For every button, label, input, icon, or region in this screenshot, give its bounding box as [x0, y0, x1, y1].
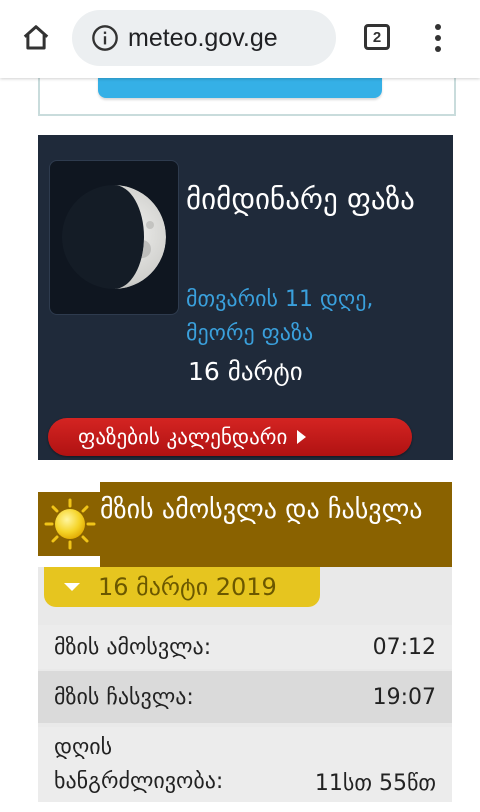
menu-dot	[435, 35, 441, 41]
sun-panel-title: მზის ამოსვლა და ჩასვლა	[100, 495, 423, 525]
sunset-label: მზის ჩასვლა:	[54, 684, 194, 710]
more-menu-icon[interactable]	[424, 18, 452, 58]
day-length-value: 11სთ 55წთ	[314, 771, 436, 796]
sunset-value: 19:07	[372, 684, 436, 710]
sunset-row: მზის ჩასვლა: 19:07	[38, 671, 452, 723]
sunrise-label: მზის ამოსვლა:	[54, 634, 212, 660]
phase-calendar-button[interactable]: ფაზების კალენდარი	[48, 418, 412, 456]
home-icon	[23, 25, 49, 50]
tab-count: 2	[364, 24, 390, 50]
sun-icon	[38, 492, 102, 556]
menu-dot	[435, 46, 441, 52]
arrow-right-icon	[297, 430, 307, 444]
sun-date-selector[interactable]: 16 მარტი 2019	[44, 567, 320, 607]
tabs-button[interactable]: 2	[360, 20, 394, 54]
sunrise-row: მზის ამოსვლა: 07:12	[38, 625, 452, 669]
moon-phase-date: 16 მარტი	[188, 357, 303, 386]
moon-phase-title: მიმდინარე ფაზა	[186, 182, 415, 216]
sun-panel-body: 16 მარტი 2019 მზის ამოსვლა: 07:12 მზის ჩ…	[38, 567, 452, 802]
info-icon[interactable]	[90, 23, 120, 53]
sun-date-label: 16 მარტი 2019	[98, 573, 277, 601]
day-length-row: დღის ხანგრძლივობა: 11სთ 55წთ	[38, 727, 452, 802]
previous-widget-button[interactable]	[98, 76, 382, 98]
sun-panel-header: მზის ამოსვლა და ჩასვლა	[100, 482, 452, 567]
moon-image	[49, 160, 179, 315]
address-bar[interactable]: meteo.gov.ge	[72, 10, 336, 66]
home-button[interactable]	[14, 16, 58, 60]
chevron-down-icon	[64, 583, 80, 591]
moon-phase-subtitle: მთვარის 11 დღე, მეორე ფაზა	[186, 287, 374, 346]
browser-toolbar: meteo.gov.ge 2	[0, 0, 480, 78]
url-text: meteo.gov.ge	[128, 23, 278, 52]
moon-phase-panel: მიმდინარე ფაზა მთვარის 11 დღე, მეორე ფაზ…	[38, 135, 453, 460]
phase-calendar-label: ფაზების კალენდარი	[78, 425, 288, 449]
day-length-label: დღის ხანგრძლივობა:	[54, 734, 224, 794]
sunrise-value: 07:12	[372, 634, 436, 660]
menu-dot	[435, 24, 441, 30]
